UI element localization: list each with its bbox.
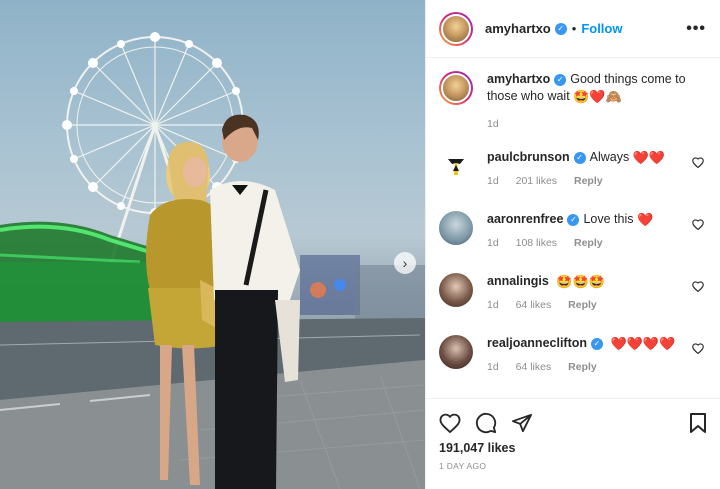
- post-actions: 191,047 likes 1 DAY AGO: [426, 398, 720, 471]
- follow-button[interactable]: Follow: [581, 21, 622, 36]
- comment-username[interactable]: aaronrenfree: [487, 212, 563, 226]
- comment-likes[interactable]: 201 likes: [516, 175, 557, 187]
- comment-username[interactable]: annalingis: [487, 274, 549, 288]
- reply-button[interactable]: Reply: [568, 299, 597, 311]
- comment-emojis: ❤️: [636, 211, 654, 227]
- author-username[interactable]: amyhartxo: [485, 21, 551, 36]
- comment-likes[interactable]: 64 likes: [516, 299, 552, 311]
- comment-emojis: 🤩🤩🤩: [556, 273, 605, 289]
- comment-icon[interactable]: [475, 412, 497, 434]
- caption-emojis: 🤩❤️🙈: [573, 88, 622, 104]
- commenter-avatar[interactable]: [439, 211, 473, 245]
- comment-time: 1d: [487, 237, 499, 249]
- commenter-avatar[interactable]: [439, 149, 473, 183]
- comment-text: Love this: [583, 212, 634, 226]
- verified-icon: ✓: [567, 213, 580, 226]
- post-header: amyhartxo ✓ • Follow •••: [426, 0, 720, 58]
- reply-button[interactable]: Reply: [568, 361, 597, 373]
- comment-like-icon[interactable]: [692, 219, 704, 230]
- carousel-next-button[interactable]: ›: [394, 252, 416, 274]
- caption-username[interactable]: amyhartxo: [487, 72, 550, 86]
- comments-list: amyhartxo ✓ Good things come to those who …: [426, 58, 720, 398]
- comment-row: aaronrenfree ✓ Love this ❤️ 1d 108 likes R…: [439, 211, 706, 273]
- verified-icon: ✓: [554, 22, 567, 35]
- comment-time: 1d: [487, 361, 499, 373]
- caption-avatar[interactable]: [439, 71, 473, 105]
- comment-emojis: ❤️❤️: [632, 149, 666, 165]
- comment-time: 1d: [487, 175, 499, 187]
- verified-icon: ✓: [573, 151, 586, 164]
- commenter-avatar[interactable]: [439, 335, 473, 369]
- reply-button[interactable]: Reply: [574, 175, 603, 187]
- comment-row: annalingis 🤩🤩🤩 1d 64 likes Reply: [439, 273, 706, 335]
- logo-icon: [448, 159, 464, 175]
- photo-scene: [0, 32, 425, 489]
- reply-button[interactable]: Reply: [574, 237, 603, 249]
- bookmark-icon[interactable]: [689, 412, 707, 434]
- author-avatar[interactable]: [439, 11, 473, 46]
- comment-likes[interactable]: 108 likes: [516, 237, 557, 249]
- post-sidebar: amyhartxo ✓ • Follow ••• amyhartxo ✓ Good …: [425, 0, 720, 489]
- comment-emojis: ❤️❤️❤️❤️: [610, 335, 676, 351]
- more-options-icon[interactable]: •••: [686, 20, 706, 38]
- caption-time: 1d: [487, 118, 499, 130]
- comment-username[interactable]: realjoanneclifton: [487, 336, 587, 350]
- post-timestamp: 1 DAY AGO: [439, 461, 487, 471]
- commenter-avatar[interactable]: [439, 273, 473, 307]
- caption: amyhartxo ✓ Good things come to those who …: [439, 71, 706, 133]
- comment-like-icon[interactable]: [692, 157, 704, 168]
- header-separator: •: [571, 21, 577, 36]
- comment-username[interactable]: paulcbrunson: [487, 150, 570, 164]
- verified-icon: ✓: [554, 73, 567, 86]
- like-count[interactable]: 191,047 likes: [439, 441, 707, 455]
- comment-text: Always: [589, 150, 630, 164]
- like-icon[interactable]: [439, 413, 461, 433]
- verified-icon: ✓: [591, 337, 604, 350]
- comment-row: realjoanneclifton ✓ ❤️❤️❤️❤️ 1d 64 likes …: [439, 335, 706, 397]
- post-photo[interactable]: ›: [0, 0, 425, 489]
- comment-row: paulcbrunson ✓ Always ❤️❤️ 1d 201 likes Re…: [439, 149, 706, 211]
- share-icon[interactable]: [511, 413, 533, 433]
- comment-like-icon[interactable]: [692, 281, 704, 292]
- comment-time: 1d: [487, 299, 499, 311]
- comment-likes[interactable]: 64 likes: [516, 361, 552, 373]
- comment-like-icon[interactable]: [692, 343, 704, 354]
